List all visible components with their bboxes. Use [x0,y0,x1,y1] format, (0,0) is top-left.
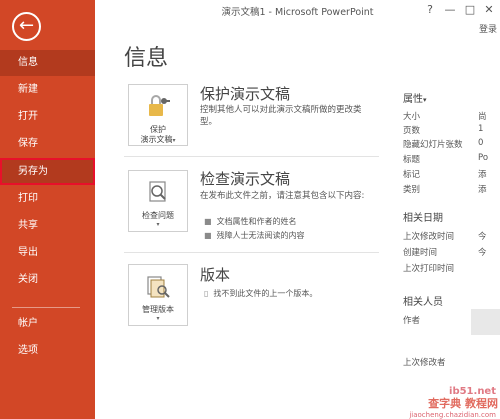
protect-section-title: 保护演示文稿 [200,85,291,103]
title-bar: 演示文稿1 - Microsoft PowerPoint ? — □ ✕ [95,0,500,22]
inspect-bullet-2: ■ 残障人士无法阅读的内容 [204,231,305,240]
lock-key-icon [149,95,170,116]
window-title: 演示文稿1 - Microsoft PowerPoint [221,7,374,18]
watermark-url: jiaocheng.chazidian.com [409,411,496,419]
versions-section-title: 版本 [200,266,231,284]
document-icon: ▯ [204,289,209,298]
check-issues-button[interactable]: 检查问题 ▾ [128,170,188,232]
nav-item-new[interactable]: 新建 [0,77,95,103]
manage-versions-icon [147,276,170,298]
prop-label-author: 作者 [403,316,421,326]
restore-icon[interactable]: □ [463,3,477,16]
chevron-down-icon: ▾ [172,137,176,144]
nav-item-open[interactable]: 打开 [0,104,95,130]
backstage-sidebar: ← 信息 新建 打开 保存 另存为 打印 共享 导出 关闭 帐户 选项 [0,0,95,419]
prop-value-tags[interactable]: 添 [478,168,487,180]
chevron-down-icon: ▾ [156,221,160,228]
check-issues-label: 检查问题 [142,211,174,220]
prop-value-modified: 今 [478,232,487,242]
login-link[interactable]: 登录 [479,22,497,35]
page-title: 信息 [124,46,169,71]
prop-label-title: 标题 [403,155,421,165]
nav-item-info[interactable]: 信息 [0,50,95,76]
inspect-section-desc: 在发布此文件之前，请注意其包含以下内容: [200,191,365,201]
prop-label-printed: 上次打印时间 [403,264,455,274]
properties-header[interactable]: 属性▾ [403,90,427,105]
protect-button-label-2: 演示文稿▾ [140,135,176,144]
related-dates-header: 相关日期 [403,213,443,224]
prop-label-created: 创建时间 [403,248,438,258]
nav-item-export[interactable]: 导出 [0,240,95,266]
manage-versions-button[interactable]: 管理版本 ▾ [128,264,188,326]
related-people-header: 相关人员 [403,297,443,308]
versions-section-desc: ▯ 找不到此文件的上一个版本。 [204,289,318,298]
minimize-icon[interactable]: — [443,3,457,16]
check-issues-icon [149,181,166,202]
prop-value-hidden-slides: 0 [478,138,484,148]
protect-section-desc: 控制其他人可以对此演示文稿所做的更改类型。 [200,105,362,127]
avatar[interactable] [471,309,500,335]
prop-label-last-modified-by: 上次修改者 [403,358,446,368]
close-icon[interactable]: ✕ [482,3,496,16]
prop-value-category[interactable]: 添 [478,183,487,195]
nav-item-close[interactable]: 关闭 [0,267,95,293]
prop-label-modified: 上次修改时间 [403,232,455,242]
prop-label-size: 大小 [403,112,421,122]
sidebar-divider [12,307,80,308]
section-divider [124,156,379,157]
nav-item-options[interactable]: 选项 [0,338,95,364]
prop-value-slides: 1 [478,124,484,134]
nav-item-save[interactable]: 保存 [0,131,95,157]
prop-value-created: 今 [478,248,487,258]
prop-label-slides: 页数 [403,126,421,136]
manage-versions-label: 管理版本 [142,305,174,314]
help-icon[interactable]: ? [423,3,437,16]
inspect-bullet-1: ■ 文档属性和作者的姓名 [204,217,297,226]
watermark-text: 查字典 教程网 [428,397,498,410]
nav-item-save-as[interactable]: 另存为 [0,158,95,185]
nav-item-print[interactable]: 打印 [0,186,95,212]
chevron-down-icon: ▾ [156,315,160,322]
protect-presentation-button[interactable]: 保护 演示文稿▾ [128,84,188,146]
prop-value-size: 尚 [478,112,487,122]
nav-item-share[interactable]: 共享 [0,213,95,239]
section-divider [124,252,379,253]
back-arrow-icon[interactable]: ← [12,12,41,41]
prop-label-tags: 标记 [403,170,421,180]
prop-value-title[interactable]: Po [478,153,488,163]
prop-label-hidden-slides: 隐藏幻灯片张数 [403,140,463,150]
protect-button-label-1: 保护 [150,125,166,134]
prop-label-category: 类别 [403,185,421,195]
chevron-down-icon: ▾ [423,96,427,104]
nav-item-account[interactable]: 帐户 [0,311,95,337]
inspect-section-title: 检查演示文稿 [200,170,291,188]
